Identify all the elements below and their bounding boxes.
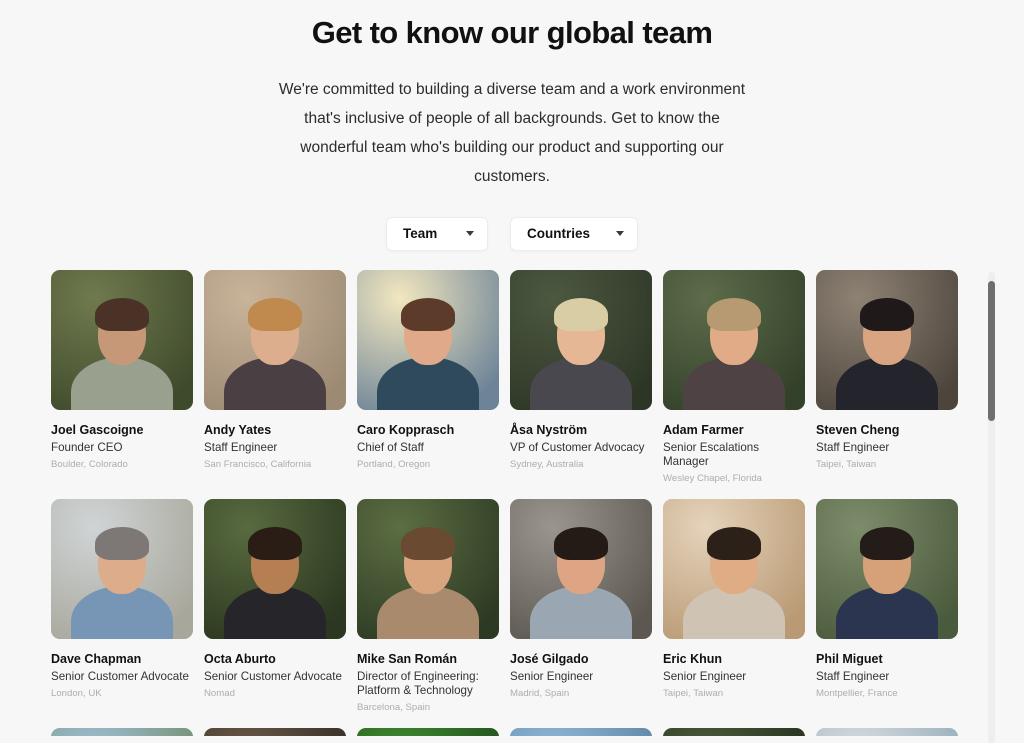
team-member-card[interactable]: Åsa Nyström VP of Customer Advocacy Sydney… [510,269,652,485]
team-member-card[interactable]: José Gilgado Senior Engineer Madrid, Spain [510,498,652,714]
member-photo [510,727,652,736]
chevron-down-icon [616,231,624,237]
member-location: Boulder, Colorado [51,459,128,471]
member-photo [204,727,346,736]
member-name: Octa Aburto [204,651,276,666]
team-member-card[interactable] [510,727,652,736]
countries-filter-dropdown[interactable]: Countries [509,216,638,251]
member-photo [204,498,346,639]
team-grid-scroll-area[interactable]: Joel Gascoigne Founder CEO Boulder, Colora… [0,269,1024,736]
member-photo [663,269,805,410]
member-photo [816,269,958,410]
member-role: Senior Customer Advocate [204,670,342,684]
team-grid: Joel Gascoigne Founder CEO Boulder, Colora… [0,269,1024,736]
member-photo [51,269,193,410]
member-photo [663,498,805,639]
member-photo [51,727,193,736]
member-role: Director of Engineering: Platform & Tech… [357,670,479,698]
member-name: Åsa Nyström [510,422,588,437]
member-photo [510,269,652,410]
member-name: Steven Cheng [816,422,900,437]
member-photo [357,498,499,639]
team-member-card[interactable] [816,727,958,736]
member-photo [510,498,652,639]
member-location: Portland, Oregon [357,459,431,471]
member-role: Chief of Staff [357,441,424,454]
member-name: Dave Chapman [51,651,142,666]
chevron-down-icon [465,231,474,237]
member-role: Senior Engineer [510,670,594,684]
scrollbar-thumb[interactable] [988,281,995,421]
member-role: VP of Customer Advocacy [510,441,645,454]
countries-filter-label: Countries [526,226,590,242]
team-member-card[interactable]: Joel Gascoigne Founder CEO Boulder, Colora… [51,269,193,485]
member-role: Staff Engineer [204,441,278,454]
member-name: Andy Yates [204,422,272,437]
team-member-card[interactable] [204,727,346,736]
page-subtitle: We're committed to building a diverse te… [278,80,746,185]
page-title: Get to know our global team [311,15,713,50]
member-name: Eric Khun [663,651,723,666]
member-location: Sydney, Australia [510,459,584,471]
member-role: Senior Escalations Manager [663,441,760,469]
member-photo [816,498,958,639]
member-role: Founder CEO [51,441,123,454]
team-member-card[interactable] [357,727,499,736]
member-location: Wesley Chapel, Florida [663,473,763,485]
member-photo [357,727,499,736]
member-photo [357,269,499,410]
member-photo [663,727,805,736]
member-name: Joel Gascoigne [51,422,144,437]
team-filter-label: Team [402,226,438,242]
team-member-card[interactable] [663,727,805,736]
page-header: Get to know our global team We're commit… [0,0,1024,191]
member-name: José Gilgado [510,651,589,666]
team-member-card[interactable]: Eric Khun Senior Engineer Taipei, Taiwan [663,498,805,714]
member-photo [816,727,958,736]
vertical-scrollbar[interactable] [988,272,995,743]
member-photo [51,498,193,639]
team-member-card[interactable]: Octa Aburto Senior Customer Advocate Nomad [204,498,346,714]
member-photo [204,269,346,410]
member-name: Caro Kopprasch [357,422,455,437]
team-member-card[interactable]: Steven Cheng Staff Engineer Taipei, Taiwan [816,269,958,485]
team-member-card[interactable] [51,727,193,736]
member-location: Barcelona, Spain [357,702,431,714]
team-member-card[interactable]: Dave Chapman Senior Customer Advocate Lond… [51,498,193,714]
team-member-card[interactable]: Phil Miguet Staff Engineer Montpellier, Fr… [816,498,958,714]
member-location: Nomad [204,688,235,700]
member-location: Taipei, Taiwan [816,459,877,471]
member-role: Staff Engineer [816,670,890,684]
team-member-card[interactable]: Adam Farmer Senior Escalations Manager Wes… [663,269,805,485]
team-filter-dropdown[interactable]: Team [385,216,488,251]
member-location: San Francisco, California [204,459,312,471]
member-location: Montpellier, France [816,688,898,700]
member-location: London, UK [51,688,102,700]
member-name: Adam Farmer [663,422,744,437]
team-member-card[interactable]: Andy Yates Staff Engineer San Francisco, C… [204,269,346,485]
team-member-card[interactable]: Caro Kopprasch Chief of Staff Portland, Or… [357,269,499,485]
member-role: Senior Engineer [663,670,747,684]
member-role: Staff Engineer [816,441,890,454]
team-member-card[interactable]: Mike San Román Director of Engineering: P… [357,498,499,714]
member-role: Senior Customer Advocate [51,670,189,684]
member-name: Mike San Román [357,651,458,666]
filter-bar: Team Countries [0,216,1024,251]
member-location: Madrid, Spain [510,688,570,700]
member-location: Taipei, Taiwan [663,688,724,700]
member-name: Phil Miguet [816,651,883,666]
